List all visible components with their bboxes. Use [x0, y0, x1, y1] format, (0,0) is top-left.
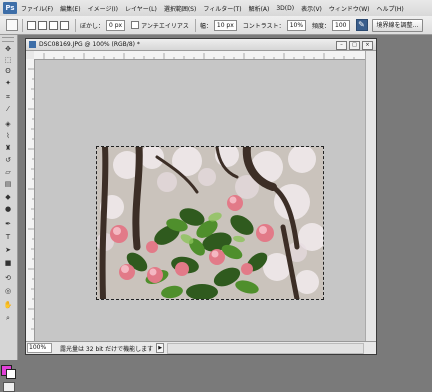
menu-3d[interactable]: 3D(D) [276, 5, 294, 12]
healing-brush-icon[interactable]: ◈ [2, 119, 14, 129]
document-title-bar[interactable]: DSC08169.JPG @ 100% (RGB/8) * – □ × [26, 39, 376, 51]
horizontal-scrollbar[interactable] [167, 342, 364, 354]
stylus-pressure-icon[interactable]: ✎ [355, 19, 368, 31]
vertical-ruler[interactable] [26, 59, 35, 341]
menu-help[interactable]: ヘルプ(H) [377, 4, 404, 13]
brush-icon[interactable]: ⌇ [2, 131, 14, 141]
menu-image[interactable]: イメージ(I) [88, 4, 118, 13]
document-window: DSC08169.JPG @ 100% (RGB/8) * – □ × 100%… [25, 38, 377, 355]
width-input[interactable]: 10 px [213, 19, 237, 31]
document-title: DSC08169.JPG @ 100% (RGB/8) * [39, 41, 140, 48]
current-tool-preset-icon[interactable] [6, 19, 18, 31]
options-bar: ぼかし： 0 px アンチエイリアス 幅： 10 px コントラスト： 10% … [0, 16, 432, 35]
horizontal-ruler-ticks [43, 53, 355, 59]
options-separator [194, 18, 196, 32]
vertical-scrollbar[interactable] [365, 51, 376, 341]
status-bar: 100% 露光量は 32 bit だけで機能します ▶ [26, 341, 376, 354]
subtract-from-selection-icon[interactable] [49, 20, 58, 30]
add-to-selection-icon[interactable] [38, 20, 47, 30]
shape-icon[interactable]: ■ [2, 258, 14, 268]
new-selection-icon[interactable] [27, 20, 36, 30]
menu-filter[interactable]: フィルター(T) [203, 4, 241, 13]
camellia-photo [97, 147, 323, 299]
hand-icon[interactable]: ✋ [2, 300, 14, 310]
background-color-swatch[interactable] [6, 369, 16, 379]
blur-icon[interactable]: ◆ [2, 192, 14, 202]
ruler-origin[interactable] [26, 51, 34, 59]
vertical-ruler-ticks [28, 68, 34, 330]
menu-analysis[interactable]: 解析(A) [249, 4, 270, 13]
menu-layer[interactable]: レイヤー(L) [125, 4, 157, 13]
photoshop-logo: Ps [3, 2, 17, 14]
contrast-input[interactable]: 10% [286, 19, 307, 31]
marquee-icon[interactable]: ⬚ [2, 55, 14, 65]
minimize-icon[interactable]: – [336, 41, 347, 50]
antialias-checkbox[interactable] [131, 21, 140, 29]
eyedropper-icon[interactable]: ⁄ [2, 104, 14, 114]
gradient-icon[interactable]: ▤ [2, 179, 14, 189]
dodge-icon[interactable]: ● [2, 204, 14, 214]
pen-icon[interactable]: ✒ [2, 219, 14, 229]
eraser-icon[interactable]: ▱ [2, 167, 14, 177]
move-icon[interactable]: ✥ [2, 44, 14, 54]
menu-bar: Ps ファイル(F) 編集(E) イメージ(I) レイヤー(L) 選択範囲(S)… [0, 0, 432, 17]
3d-rotate-icon[interactable]: ⟲ [2, 273, 14, 283]
menu-select[interactable]: 選択範囲(S) [164, 4, 197, 13]
panel-grip[interactable] [2, 37, 14, 42]
crop-icon[interactable]: ⌗ [2, 92, 14, 102]
options-separator [22, 18, 23, 32]
close-icon[interactable]: × [362, 41, 373, 50]
3d-orbit-icon[interactable]: ◎ [2, 286, 14, 296]
zoom-level-field[interactable]: 100% [27, 343, 52, 353]
photo-canvas[interactable] [96, 146, 324, 300]
menu-edit[interactable]: 編集(E) [60, 4, 80, 13]
history-brush-icon[interactable]: ↺ [2, 155, 14, 165]
canvas-pasteboard[interactable] [35, 60, 365, 341]
quick-mask-icon[interactable] [3, 382, 15, 392]
menu-view[interactable]: 表示(V) [301, 4, 322, 13]
document-ps-icon [29, 41, 36, 48]
window-controls: – □ × [334, 41, 373, 50]
frequency-input[interactable]: 100 [332, 19, 350, 31]
frequency-label: 頻度： [312, 22, 331, 30]
clone-stamp-icon[interactable]: ♜ [2, 143, 14, 153]
menu-window[interactable]: ウィンドウ(W) [329, 4, 370, 13]
type-icon[interactable]: T [2, 232, 14, 242]
intersect-selection-icon[interactable] [60, 20, 69, 30]
lasso-icon[interactable]: ʘ [2, 66, 14, 76]
feather-input[interactable]: 0 px [106, 19, 126, 31]
status-info-text: 露光量は 32 bit だけで機能します [60, 345, 154, 353]
zoom-icon[interactable]: ⌕ [2, 313, 14, 323]
maximize-icon[interactable]: □ [349, 41, 360, 50]
options-separator [75, 18, 76, 32]
feather-label: ぼかし： [80, 22, 105, 30]
antialias-label: アンチエイリアス [141, 22, 189, 30]
menu-file[interactable]: ファイル(F) [21, 4, 53, 13]
refine-edge-button[interactable]: 境界線を調整... [371, 18, 424, 32]
tools-panel: ✥ ⬚ ʘ ✦ ⌗ ⁄ ◈ ⌇ ♜ ↺ ▱ ▤ ◆ ● ✒ T ➤ ■ ⟲ ◎ … [0, 35, 18, 392]
width-label: 幅： [199, 22, 212, 30]
magic-wand-icon[interactable]: ✦ [2, 78, 14, 88]
horizontal-ruler[interactable] [34, 51, 365, 60]
path-selection-icon[interactable]: ➤ [2, 245, 14, 255]
status-menu-arrow-icon[interactable]: ▶ [156, 343, 165, 353]
contrast-label: コントラスト： [242, 22, 285, 30]
